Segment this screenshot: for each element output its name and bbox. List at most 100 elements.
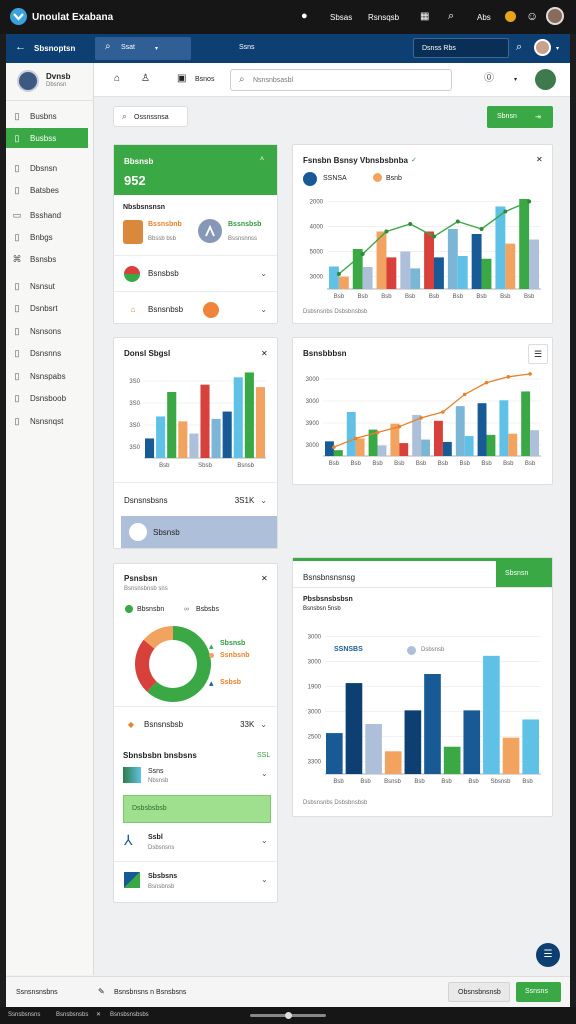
bar bbox=[326, 733, 343, 774]
product-icon bbox=[123, 220, 143, 244]
submit-button[interactable]: Ssnsns bbox=[516, 982, 561, 1002]
sidebar-item-10[interactable]: ▯ Dsnsnns bbox=[6, 343, 88, 363]
legend-label-2: Bsbsbs bbox=[196, 606, 219, 613]
chevron-down-icon[interactable]: ⌄ bbox=[261, 836, 268, 845]
smile-icon[interactable]: ☺ bbox=[526, 10, 538, 22]
person-icon[interactable]: ♙ bbox=[141, 74, 150, 84]
x-tick-label: Bsb bbox=[429, 294, 440, 300]
arrow-right-icon: ⇥ bbox=[535, 114, 541, 121]
chevron-down-icon[interactable]: ▾ bbox=[514, 76, 517, 83]
search-icon: ⌕ bbox=[239, 74, 245, 85]
doc-icon: ▯ bbox=[14, 184, 20, 195]
kpi-row-1[interactable]: Bsnsbsb ⌄ bbox=[114, 255, 277, 291]
sidebar-item-7[interactable]: ▯ Nsnsut bbox=[6, 276, 88, 296]
sidebar-item-label: Dsnbsrt bbox=[30, 303, 58, 313]
sidebar-item-3[interactable]: ▯ Batsbes bbox=[6, 180, 88, 200]
top-link-2[interactable]: Rsnsqsb bbox=[368, 13, 399, 22]
close-icon[interactable]: ✕ bbox=[536, 155, 543, 164]
chevron-down-icon[interactable]: ▾ bbox=[556, 45, 559, 52]
sidebar-item-5[interactable]: ▯ Bnbgs bbox=[6, 227, 88, 247]
sidebar-item-4[interactable]: ▭ Bsshand bbox=[6, 205, 88, 225]
line-point bbox=[441, 410, 445, 414]
line-point bbox=[384, 229, 389, 234]
chart-title: Psnsbsn bbox=[124, 574, 158, 583]
filter-chip[interactable]: ⌕ Ossnssnsa bbox=[113, 106, 188, 127]
x-tick-label: Bsb bbox=[438, 461, 449, 467]
add-button[interactable]: Sbnsn ⇥ bbox=[487, 106, 553, 128]
avatar[interactable] bbox=[17, 70, 39, 92]
pie-row-1-label: Bsnsnsbsb bbox=[144, 720, 184, 729]
y-tick-label: 3300 bbox=[308, 760, 322, 766]
sidebar-item-11[interactable]: ▯ Nsnspabs bbox=[6, 366, 88, 386]
avatar[interactable] bbox=[535, 69, 556, 90]
chevron-up-icon[interactable]: ˄ bbox=[260, 156, 264, 163]
bar bbox=[486, 434, 496, 456]
user-name: Dvnsb bbox=[46, 72, 71, 81]
help-icon[interactable]: ⓪ bbox=[484, 74, 494, 84]
line-point bbox=[484, 380, 489, 385]
chat-icon[interactable]: ● bbox=[301, 11, 308, 22]
module-search-text: Ssat bbox=[121, 44, 136, 51]
toolbar-button[interactable]: Bsnos bbox=[195, 76, 214, 83]
top-link-3[interactable]: Abs bbox=[477, 13, 491, 22]
menu-icon[interactable]: ☰ bbox=[528, 344, 548, 364]
close-icon[interactable]: ✕ bbox=[261, 574, 268, 583]
sidebar-item-12[interactable]: ▯ Dsnsboob bbox=[6, 388, 88, 408]
search-input[interactable]: ⌕ Nsnsnbsasbl bbox=[230, 69, 452, 91]
legend-label-1: Bbsnsbn bbox=[137, 606, 165, 613]
close-icon[interactable]: ✕ bbox=[261, 349, 268, 358]
back-arrow-icon[interactable]: ← bbox=[15, 42, 26, 53]
sidebar-item-8[interactable]: ▯ Dsnbsrt bbox=[6, 298, 88, 318]
y-tick-label: 3000 bbox=[308, 635, 322, 641]
toolbar: ⌂ ♙ ▣ Bsnos ⌕ Nsnsnbsasbl ⓪ ▾ bbox=[94, 63, 570, 97]
chevron-down-icon[interactable]: ⌄ bbox=[261, 875, 268, 884]
sidebar-item-label: Bnbgs bbox=[30, 232, 53, 242]
grid-icon[interactable]: ▦ bbox=[420, 12, 429, 22]
search-icon[interactable]: ⌕ bbox=[516, 42, 522, 53]
sidebar-item-6[interactable]: ⌘ Bsnsbs bbox=[6, 249, 88, 269]
sidebar-item-9[interactable]: ▯ Nsnsons bbox=[6, 321, 88, 341]
bar bbox=[178, 421, 188, 458]
chart-tag-label: Sbsnsn bbox=[505, 570, 529, 577]
kpi-value: 952 bbox=[124, 173, 146, 188]
sidebar-item-0[interactable]: ▯ Busbns bbox=[6, 106, 88, 126]
x-tick-label: Bsb bbox=[333, 779, 344, 785]
combo-chart: 3000 3900 3000 3000 Bsb Bsb Bsb Bsb Bsb Bsb Bsb Bsb… bbox=[306, 372, 541, 467]
sidebar-item-2[interactable]: ▯ Dbsnsn bbox=[6, 158, 88, 178]
x-tick-label: Bsb bbox=[405, 294, 416, 300]
link-icon: ⌘ bbox=[12, 253, 22, 264]
signal-highlight-row[interactable]: Sbsnsb bbox=[121, 516, 277, 548]
sidebar-item-label: Batsbes bbox=[30, 185, 59, 195]
top-link-1[interactable]: Sbsas bbox=[330, 13, 352, 22]
signal-row[interactable]: Dsnsnsbsns 3S1K ⌄ bbox=[114, 482, 277, 518]
bar bbox=[189, 433, 199, 458]
y-tick-label: 4000 bbox=[310, 225, 324, 231]
chart-tag-button[interactable]: Sbsnsn bbox=[496, 561, 552, 587]
y-tick-label: 3000 bbox=[306, 377, 320, 383]
chart-title: Bsnsbbbsn bbox=[303, 349, 347, 358]
avatar[interactable] bbox=[534, 39, 551, 56]
sidebar-item-1[interactable]: ▯ Busbss bbox=[6, 128, 88, 148]
highlight-row[interactable]: Dsbsbsbsb bbox=[123, 795, 271, 823]
bottom-b: Bsnsbsnsbs bbox=[56, 1012, 89, 1018]
chevron-down-icon[interactable]: ⌄ bbox=[261, 769, 268, 778]
avatar[interactable] bbox=[546, 7, 564, 25]
pie-row-1[interactable]: ◆ Bsnsnsbsb 33K ⌄ bbox=[114, 706, 277, 742]
bar bbox=[399, 443, 409, 456]
search-icon[interactable]: ⌕ bbox=[448, 11, 454, 22]
sidebar-item-13[interactable]: ▯ Nsnsnqst bbox=[6, 411, 88, 431]
chevron-down-icon: ⌄ bbox=[260, 269, 267, 278]
home-icon[interactable]: ⌂ bbox=[114, 74, 120, 84]
module-search-box[interactable]: ⌕ Ssat ▾ bbox=[95, 37, 191, 60]
chat-fab-icon[interactable]: ☰ bbox=[536, 943, 560, 967]
notification-icon[interactable] bbox=[505, 11, 516, 22]
flag-icon bbox=[124, 265, 140, 282]
kpi-row-2[interactable]: ⌂ Bsnsnbsb ⌄ bbox=[114, 291, 277, 327]
cancel-button[interactable]: Obsnsbnsnsb bbox=[448, 982, 510, 1002]
edit-icon[interactable]: ✎ bbox=[98, 987, 105, 996]
x-tick-label: Bsb bbox=[441, 779, 452, 785]
calendar-icon[interactable]: ▣ bbox=[177, 74, 186, 84]
appbar-search-input[interactable]: Dsnss Rbs bbox=[413, 38, 509, 58]
sidebar-item-label: Busbns bbox=[30, 111, 57, 121]
bar bbox=[505, 243, 516, 289]
